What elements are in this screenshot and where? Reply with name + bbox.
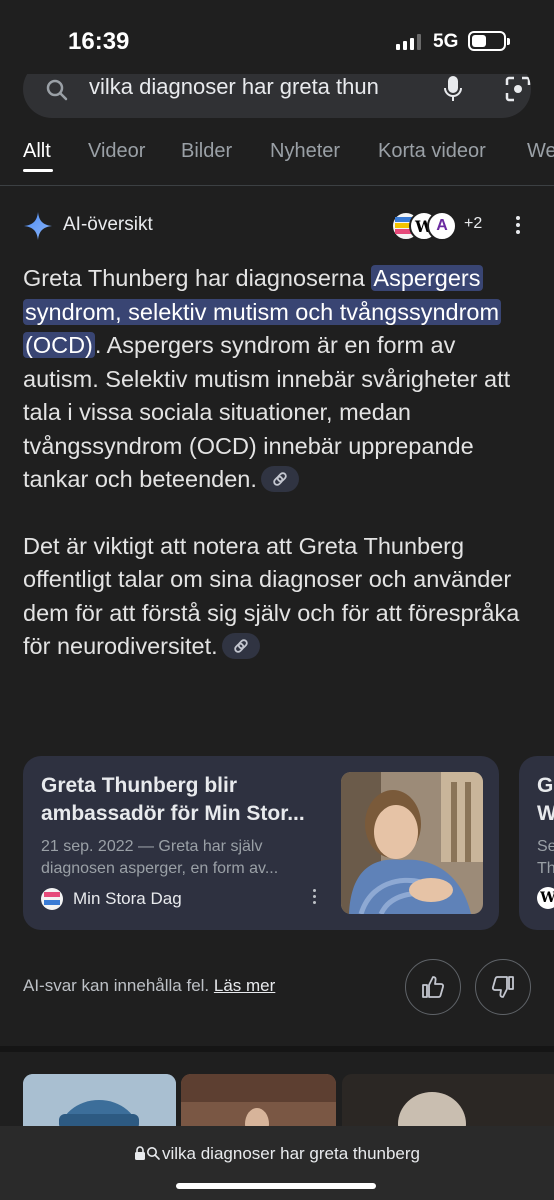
thumbs-up-icon	[422, 976, 445, 998]
image-result-1[interactable]	[23, 1074, 176, 1134]
ai-overview-body: Greta Thunberg har diagnoserna Aspergers…	[23, 262, 533, 697]
image-result-3[interactable]	[342, 1074, 554, 1134]
clock-label: 16:39	[68, 28, 130, 55]
tab-nyheter[interactable]: Nyheter	[270, 140, 340, 163]
image-result-2-picture	[181, 1074, 336, 1134]
source-link-button-2[interactable]	[221, 632, 260, 659]
thumbs-down-icon	[491, 976, 514, 998]
thumbs-up-button[interactable]	[405, 959, 461, 1015]
ai-text-intro: Greta Thunberg har diagnoserna	[23, 265, 372, 291]
image-result-3-picture	[342, 1074, 554, 1134]
status-bar-overlay: 16:39 5G	[0, 0, 554, 78]
browser-bottom-bar: vilka diagnoser har greta thunberg	[0, 1126, 554, 1200]
image-results-row[interactable]	[23, 1074, 554, 1134]
lock-icon	[135, 1146, 145, 1160]
tab-webb[interactable]: We	[527, 140, 554, 163]
card-2-snippet: Se Th	[537, 838, 554, 877]
address-bar[interactable]: vilka diagnoser har greta thunberg	[0, 1144, 554, 1164]
ai-overview-title: AI-översikt	[63, 214, 153, 235]
ai-disclaimer: AI-svar kan innehålla fel. Läs mer	[23, 976, 275, 996]
wikipedia-icon: W	[537, 887, 554, 909]
tab-bilder[interactable]: Bilder	[181, 140, 232, 163]
card-snippet: 21 sep. 2022 — Greta har själv diagnosen…	[41, 838, 279, 877]
portrait-image	[341, 772, 483, 914]
ai-paragraph-2: Det är viktigt att notera att Greta Thun…	[23, 530, 533, 664]
ai-text-note: Det är viktigt att notera att Greta Thun…	[23, 532, 520, 660]
source-card[interactable]: Greta Thunberg blir ambassadör för Min S…	[23, 756, 499, 930]
link-icon	[273, 472, 287, 486]
source-card-2[interactable]: GW Se Th W	[519, 756, 554, 930]
search-icon	[46, 79, 68, 101]
ai-overview-header: AI-översikt W A +2	[23, 210, 533, 242]
active-tab-indicator	[23, 169, 53, 172]
tab-allt[interactable]: Allt	[23, 140, 51, 163]
link-icon-2	[233, 639, 248, 653]
cellular-bars-icon	[396, 34, 421, 50]
section-divider	[0, 1046, 554, 1052]
card-more-options-icon[interactable]	[311, 889, 317, 907]
address-url[interactable]: vilka diagnoser har greta thunberg	[162, 1144, 420, 1163]
ai-paragraph-1: Greta Thunberg har diagnoserna Aspergers…	[23, 262, 533, 497]
card-source: Min Stora Dag	[41, 887, 182, 911]
search-tabs: Allt Videor Bilder Nyheter Korta videor …	[0, 138, 554, 186]
learn-more-link[interactable]: Läs mer	[214, 976, 275, 995]
card-thumbnail[interactable]	[341, 772, 483, 914]
source-cards-carousel[interactable]: Greta Thunberg blir ambassadör för Min S…	[23, 756, 554, 930]
tab-videor[interactable]: Videor	[88, 140, 145, 163]
image-result-1-picture	[23, 1074, 176, 1134]
battery-level-icon	[468, 31, 510, 51]
card-2-title[interactable]: GW	[537, 772, 554, 828]
more-options-icon[interactable]	[515, 216, 521, 236]
min-stora-dag-icon	[41, 888, 63, 910]
disclaimer-text: AI-svar kan innehålla fel.	[23, 976, 210, 995]
thumbs-down-button[interactable]	[475, 959, 531, 1015]
more-sources-count[interactable]: +2	[464, 215, 482, 233]
microphone-icon[interactable]	[443, 76, 463, 102]
home-indicator[interactable]	[176, 1183, 376, 1189]
card-title[interactable]: Greta Thunberg blir ambassadör för Min S…	[41, 772, 331, 828]
autism-site-favicon: A	[427, 211, 457, 241]
source-favicons[interactable]: W A	[391, 211, 461, 241]
tab-korta-videor[interactable]: Korta videor	[378, 140, 486, 163]
source-link-button[interactable]	[260, 465, 299, 492]
search-small-icon	[147, 1147, 160, 1160]
card-source-name: Min Stora Dag	[73, 889, 182, 908]
network-label: 5G	[433, 31, 459, 52]
gemini-sparkle-icon	[24, 212, 52, 240]
image-result-2[interactable]	[181, 1074, 336, 1134]
google-lens-icon[interactable]	[505, 76, 531, 102]
